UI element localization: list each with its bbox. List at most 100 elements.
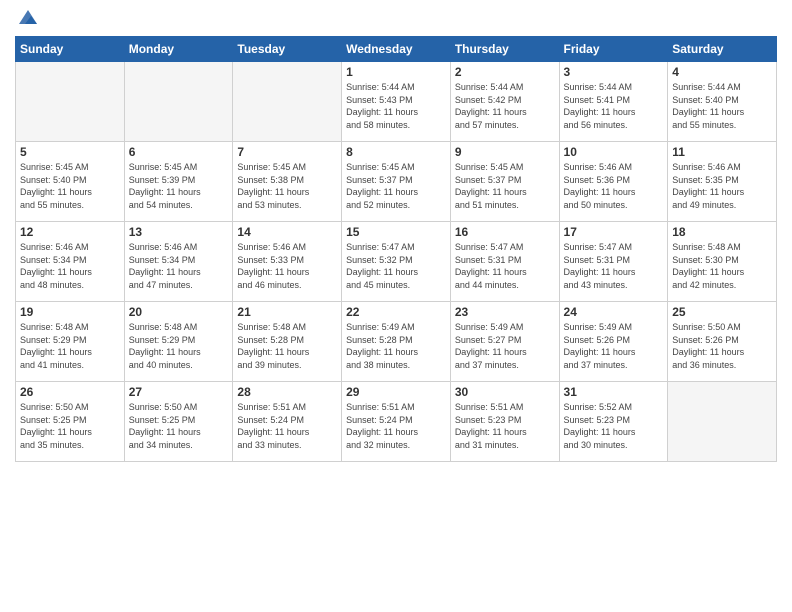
calendar-cell <box>668 382 777 462</box>
calendar-cell: 16 Sunrise: 5:47 AM Sunset: 5:31 PM Dayli… <box>450 222 559 302</box>
day-info: Sunrise: 5:45 AM Sunset: 5:37 PM Dayligh… <box>455 161 555 211</box>
day-info: Sunrise: 5:50 AM Sunset: 5:25 PM Dayligh… <box>20 401 120 451</box>
day-number: 24 <box>564 305 664 319</box>
day-info: Sunrise: 5:48 AM Sunset: 5:28 PM Dayligh… <box>237 321 337 371</box>
day-number: 7 <box>237 145 337 159</box>
calendar-cell: 12 Sunrise: 5:46 AM Sunset: 5:34 PM Dayli… <box>16 222 125 302</box>
calendar-cell: 6 Sunrise: 5:45 AM Sunset: 5:39 PM Daylig… <box>124 142 233 222</box>
day-info: Sunrise: 5:46 AM Sunset: 5:34 PM Dayligh… <box>129 241 229 291</box>
day-info: Sunrise: 5:46 AM Sunset: 5:35 PM Dayligh… <box>672 161 772 211</box>
day-info: Sunrise: 5:45 AM Sunset: 5:39 PM Dayligh… <box>129 161 229 211</box>
calendar-cell: 11 Sunrise: 5:46 AM Sunset: 5:35 PM Dayli… <box>668 142 777 222</box>
day-number: 15 <box>346 225 446 239</box>
day-info: Sunrise: 5:44 AM Sunset: 5:40 PM Dayligh… <box>672 81 772 131</box>
day-number: 23 <box>455 305 555 319</box>
day-info: Sunrise: 5:47 AM Sunset: 5:32 PM Dayligh… <box>346 241 446 291</box>
calendar-cell: 20 Sunrise: 5:48 AM Sunset: 5:29 PM Dayli… <box>124 302 233 382</box>
day-number: 16 <box>455 225 555 239</box>
day-info: Sunrise: 5:49 AM Sunset: 5:27 PM Dayligh… <box>455 321 555 371</box>
calendar-cell: 31 Sunrise: 5:52 AM Sunset: 5:23 PM Dayli… <box>559 382 668 462</box>
day-number: 28 <box>237 385 337 399</box>
calendar-cell: 8 Sunrise: 5:45 AM Sunset: 5:37 PM Daylig… <box>342 142 451 222</box>
calendar-cell: 29Sunrise: 5:51 AM Sunset: 5:24 PM Dayli… <box>342 382 451 462</box>
day-number: 6 <box>129 145 229 159</box>
day-number: 18 <box>672 225 772 239</box>
weekday-header: Thursday <box>450 37 559 62</box>
day-number: 8 <box>346 145 446 159</box>
calendar-cell: 10 Sunrise: 5:46 AM Sunset: 5:36 PM Dayli… <box>559 142 668 222</box>
day-info: Sunrise: 5:48 AM Sunset: 5:29 PM Dayligh… <box>129 321 229 371</box>
day-info: Sunrise: 5:45 AM Sunset: 5:37 PM Dayligh… <box>346 161 446 211</box>
logo-icon <box>17 6 39 28</box>
weekday-header: Tuesday <box>233 37 342 62</box>
day-number: 3 <box>564 65 664 79</box>
day-info: Sunrise: 5:51 AM Sunset: 5:24 PM Dayligh… <box>237 401 337 451</box>
calendar-cell: 30 Sunrise: 5:51 AM Sunset: 5:23 PM Dayli… <box>450 382 559 462</box>
calendar-cell: 23 Sunrise: 5:49 AM Sunset: 5:27 PM Dayli… <box>450 302 559 382</box>
calendar-week-row: 5 Sunrise: 5:45 AM Sunset: 5:40 PM Daylig… <box>16 142 777 222</box>
calendar-header-row: SundayMondayTuesdayWednesdayThursdayFrid… <box>16 37 777 62</box>
header <box>15 10 777 28</box>
day-number: 12 <box>20 225 120 239</box>
day-number: 31 <box>564 385 664 399</box>
day-info: Sunrise: 5:52 AM Sunset: 5:23 PM Dayligh… <box>564 401 664 451</box>
day-number: 25 <box>672 305 772 319</box>
day-number: 27 <box>129 385 229 399</box>
day-number: 20 <box>129 305 229 319</box>
calendar-cell: 17 Sunrise: 5:47 AM Sunset: 5:31 PM Dayli… <box>559 222 668 302</box>
calendar-cell: 15 Sunrise: 5:47 AM Sunset: 5:32 PM Dayli… <box>342 222 451 302</box>
logo <box>15 10 39 28</box>
day-info: Sunrise: 5:46 AM Sunset: 5:34 PM Dayligh… <box>20 241 120 291</box>
day-info: Sunrise: 5:47 AM Sunset: 5:31 PM Dayligh… <box>564 241 664 291</box>
calendar-week-row: 1Sunrise: 5:44 AM Sunset: 5:43 PM Daylig… <box>16 62 777 142</box>
day-number: 13 <box>129 225 229 239</box>
calendar-cell: 26Sunrise: 5:50 AM Sunset: 5:25 PM Dayli… <box>16 382 125 462</box>
calendar: SundayMondayTuesdayWednesdayThursdayFrid… <box>15 36 777 462</box>
calendar-cell: 27 Sunrise: 5:50 AM Sunset: 5:25 PM Dayli… <box>124 382 233 462</box>
calendar-week-row: 26Sunrise: 5:50 AM Sunset: 5:25 PM Dayli… <box>16 382 777 462</box>
calendar-cell: 13 Sunrise: 5:46 AM Sunset: 5:34 PM Dayli… <box>124 222 233 302</box>
weekday-header: Saturday <box>668 37 777 62</box>
page: SundayMondayTuesdayWednesdayThursdayFrid… <box>0 0 792 612</box>
day-number: 29 <box>346 385 446 399</box>
day-info: Sunrise: 5:50 AM Sunset: 5:25 PM Dayligh… <box>129 401 229 451</box>
calendar-cell: 5 Sunrise: 5:45 AM Sunset: 5:40 PM Daylig… <box>16 142 125 222</box>
calendar-cell: 24 Sunrise: 5:49 AM Sunset: 5:26 PM Dayli… <box>559 302 668 382</box>
day-number: 30 <box>455 385 555 399</box>
day-info: Sunrise: 5:48 AM Sunset: 5:30 PM Dayligh… <box>672 241 772 291</box>
weekday-header: Monday <box>124 37 233 62</box>
day-info: Sunrise: 5:44 AM Sunset: 5:43 PM Dayligh… <box>346 81 446 131</box>
day-number: 14 <box>237 225 337 239</box>
calendar-cell: 25Sunrise: 5:50 AM Sunset: 5:26 PM Dayli… <box>668 302 777 382</box>
day-number: 2 <box>455 65 555 79</box>
weekday-header: Sunday <box>16 37 125 62</box>
day-info: Sunrise: 5:47 AM Sunset: 5:31 PM Dayligh… <box>455 241 555 291</box>
day-info: Sunrise: 5:51 AM Sunset: 5:23 PM Dayligh… <box>455 401 555 451</box>
day-info: Sunrise: 5:45 AM Sunset: 5:40 PM Dayligh… <box>20 161 120 211</box>
calendar-cell: 22Sunrise: 5:49 AM Sunset: 5:28 PM Dayli… <box>342 302 451 382</box>
calendar-cell <box>233 62 342 142</box>
calendar-cell: 21Sunrise: 5:48 AM Sunset: 5:28 PM Dayli… <box>233 302 342 382</box>
day-info: Sunrise: 5:46 AM Sunset: 5:36 PM Dayligh… <box>564 161 664 211</box>
day-info: Sunrise: 5:44 AM Sunset: 5:42 PM Dayligh… <box>455 81 555 131</box>
day-number: 9 <box>455 145 555 159</box>
calendar-cell: 14 Sunrise: 5:46 AM Sunset: 5:33 PM Dayli… <box>233 222 342 302</box>
calendar-cell: 18 Sunrise: 5:48 AM Sunset: 5:30 PM Dayli… <box>668 222 777 302</box>
calendar-week-row: 12 Sunrise: 5:46 AM Sunset: 5:34 PM Dayli… <box>16 222 777 302</box>
day-number: 5 <box>20 145 120 159</box>
day-info: Sunrise: 5:46 AM Sunset: 5:33 PM Dayligh… <box>237 241 337 291</box>
calendar-cell <box>124 62 233 142</box>
calendar-cell <box>16 62 125 142</box>
calendar-cell: 1Sunrise: 5:44 AM Sunset: 5:43 PM Daylig… <box>342 62 451 142</box>
weekday-header: Wednesday <box>342 37 451 62</box>
day-number: 10 <box>564 145 664 159</box>
day-number: 17 <box>564 225 664 239</box>
calendar-cell: 2 Sunrise: 5:44 AM Sunset: 5:42 PM Daylig… <box>450 62 559 142</box>
weekday-header: Friday <box>559 37 668 62</box>
day-number: 11 <box>672 145 772 159</box>
calendar-cell: 4Sunrise: 5:44 AM Sunset: 5:40 PM Daylig… <box>668 62 777 142</box>
calendar-cell: 7 Sunrise: 5:45 AM Sunset: 5:38 PM Daylig… <box>233 142 342 222</box>
day-info: Sunrise: 5:49 AM Sunset: 5:26 PM Dayligh… <box>564 321 664 371</box>
day-info: Sunrise: 5:45 AM Sunset: 5:38 PM Dayligh… <box>237 161 337 211</box>
calendar-cell: 3Sunrise: 5:44 AM Sunset: 5:41 PM Daylig… <box>559 62 668 142</box>
